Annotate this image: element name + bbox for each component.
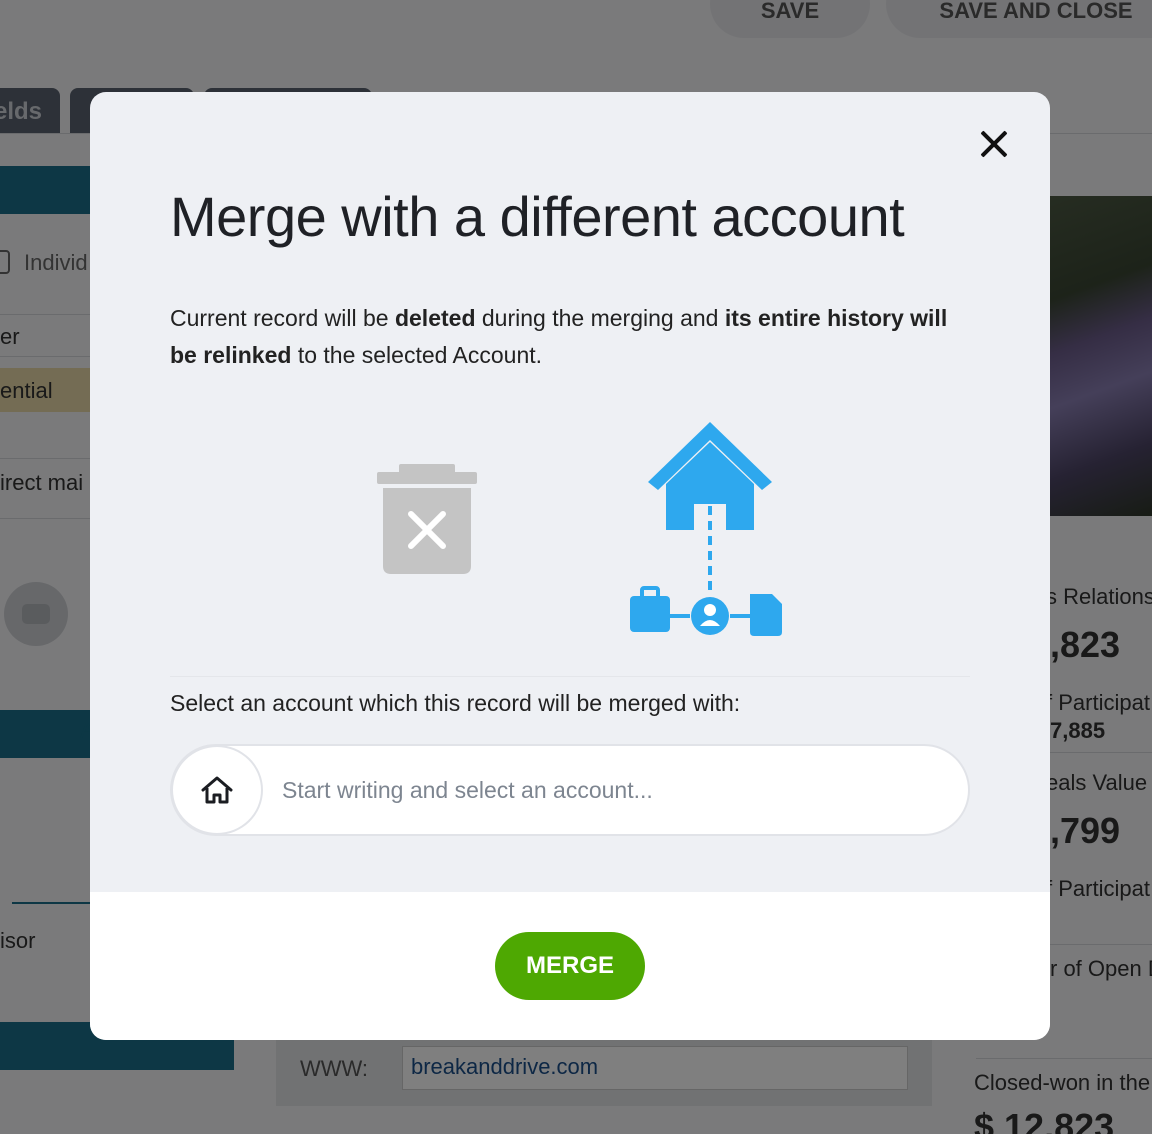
merge-button[interactable]: MERGE [495, 932, 645, 1000]
description-emphasis: deleted [394, 305, 476, 331]
merge-relink-icon [630, 422, 782, 636]
trash-delete-icon [377, 464, 477, 574]
description-text: during the merging and [475, 305, 725, 331]
dialog-title: Merge with a different account [170, 185, 905, 248]
home-icon [171, 745, 263, 835]
select-account-prompt: Select an account which this record will… [170, 690, 741, 716]
dialog-description: Current record will be deleted during th… [170, 300, 980, 374]
dialog-footer: MERGE [90, 892, 1050, 1040]
description-text: Current record will be [170, 305, 395, 331]
description-text: to the selected Account. [291, 342, 543, 368]
account-search-input[interactable] [282, 770, 942, 810]
merge-dialog: Merge with a different account Current r… [90, 92, 1050, 1040]
account-search[interactable] [170, 744, 970, 836]
close-icon[interactable] [976, 126, 1012, 162]
divider [170, 676, 970, 677]
